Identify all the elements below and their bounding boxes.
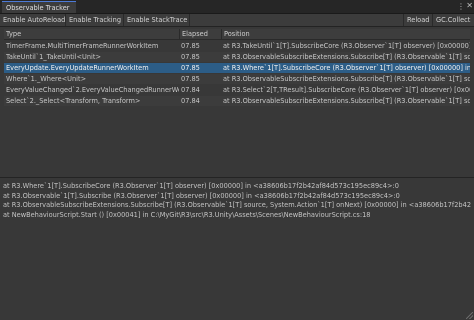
stacktrace-line: at NewBehaviourScript.Start () [0x00041]… <box>3 210 371 219</box>
column-header-type[interactable]: Type <box>4 29 179 39</box>
column-header-elapsed[interactable]: Elapsed <box>179 29 221 39</box>
table-row[interactable]: Where`1._Where<Unit> 07.85 at R3.Observa… <box>4 74 470 84</box>
cell-type: EveryValueChanged`2.EveryValueChangedRun… <box>6 86 179 94</box>
cell-elapsed: 07.85 <box>181 64 200 72</box>
table-row[interactable]: EveryValueChanged`2.EveryValueChangedRun… <box>4 85 470 95</box>
window-titlebar: Observable Tracker ⋮ ✕ <box>0 0 474 14</box>
cell-elapsed: 07.84 <box>181 97 200 105</box>
stacktrace-line: at R3.ObservableSubscribeExtensions.Subs… <box>3 201 471 209</box>
close-icon[interactable]: ✕ <box>466 0 473 12</box>
reload-button[interactable]: Reload <box>403 14 433 26</box>
cell-type: Select`2._Select<Transform, Transform> <box>6 97 141 105</box>
cell-elapsed: 07.84 <box>181 86 200 94</box>
cell-position: at R3.ObservableSubscribeExtensions.Subs… <box>223 75 470 83</box>
panel-splitter[interactable] <box>0 177 474 178</box>
stacktrace-line: at R3.Where`1[T].SubscribeCore (R3.Obser… <box>3 182 399 190</box>
cell-elapsed: 07.85 <box>181 42 200 50</box>
gc-collect-button[interactable]: GC.Collect <box>433 14 474 26</box>
stacktrace-panel: at R3.Where`1[T].SubscribeCore (R3.Obser… <box>3 182 471 312</box>
kebab-menu-icon[interactable]: ⋮ <box>457 1 466 12</box>
enable-stacktrace-toggle[interactable]: Enable StackTrace <box>124 14 190 26</box>
cell-position: at R3.Select`2[T,TResult].SubscribeCore … <box>223 86 470 94</box>
cell-type: TimerFrame.MultiTimerFrameRunnerWorkItem <box>6 42 159 50</box>
cell-position: at R3.ObservableSubscribeExtensions.Subs… <box>223 97 470 105</box>
table-row[interactable]: Select`2._Select<Transform, Transform> 0… <box>4 96 470 106</box>
cell-type: TakeUntil`1_TakeUntil<Unit> <box>6 53 102 61</box>
table-header: Type Elapsed Position <box>4 29 470 40</box>
enable-tracking-toggle[interactable]: Enable Tracking <box>66 14 124 26</box>
resize-grip-icon[interactable] <box>466 312 473 319</box>
toolbar: Enable AutoReload Enable Tracking Enable… <box>0 14 474 27</box>
table-row[interactable]: TimerFrame.MultiTimerFrameRunnerWorkItem… <box>4 41 470 51</box>
tab-observable-tracker[interactable]: Observable Tracker <box>2 1 76 13</box>
tracker-table: Type Elapsed Position TimerFrame.MultiTi… <box>4 29 470 169</box>
table-row[interactable]: TakeUntil`1_TakeUntil<Unit> 07.85 at R3.… <box>4 52 470 62</box>
cell-position: at R3.Where`1[T].SubscribeCore (R3.Obser… <box>223 64 470 72</box>
cell-elapsed: 07.85 <box>181 53 200 61</box>
column-header-position[interactable]: Position <box>221 29 470 39</box>
enable-autoreload-toggle[interactable]: Enable AutoReload <box>0 14 66 26</box>
cell-type: EveryUpdate.EveryUpdateRunnerWorkItem <box>6 64 149 72</box>
table-row-selected[interactable]: EveryUpdate.EveryUpdateRunnerWorkItem 07… <box>4 63 470 73</box>
cell-position: at R3.ObservableSubscribeExtensions.Subs… <box>223 53 470 61</box>
cell-type: Where`1._Where<Unit> <box>6 75 87 83</box>
stacktrace-line: at R3.Observable`1[T].Subscribe (R3.Obse… <box>3 191 400 200</box>
cell-elapsed: 07.85 <box>181 75 200 83</box>
cell-position: at R3.TakeUntil`1[T].SubscribeCore (R3.O… <box>223 42 470 50</box>
